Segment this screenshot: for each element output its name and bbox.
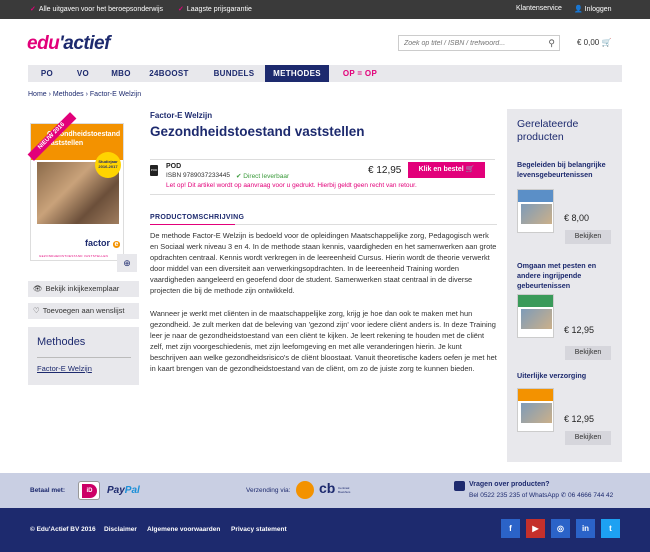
product-format: POD: [166, 163, 182, 170]
footer-link-disclaimer[interactable]: Disclaimer: [104, 526, 137, 533]
heart-icon: ♡: [33, 306, 40, 315]
cart-icon: 🛒: [601, 38, 612, 47]
nav-mbo[interactable]: MBO: [100, 65, 142, 82]
cart-button[interactable]: € 0,00 🛒: [577, 38, 611, 47]
wishlist-button[interactable]: ♡ Toevoegen aan wenslijst: [28, 303, 139, 319]
nav-bundels[interactable]: BUNDELS: [206, 65, 262, 82]
search-box: ⚲: [398, 35, 560, 51]
related-item-title[interactable]: Omgaan met pesten en andere ingrijpende …: [517, 261, 617, 291]
cover-subtitle: GEZONDHEIDSTOESTAND VASTSTELLEN: [39, 254, 109, 258]
related-item-thumbnail[interactable]: [517, 189, 554, 233]
related-item-title[interactable]: Uiterlijke verzorging: [517, 371, 617, 381]
user-icon: 👤: [574, 6, 583, 13]
usp-item: ✓ Alle uitgaven voor het beroepsonderwijs: [30, 6, 164, 13]
nav-op-op[interactable]: OP = OP: [334, 65, 386, 82]
related-item-title[interactable]: Begeleiden bij belangrijke levensgebeurt…: [517, 160, 617, 180]
related-item-price: € 12,95: [564, 414, 595, 424]
cb-logo: cb: [319, 480, 336, 496]
related-item-thumbnail[interactable]: [517, 388, 554, 432]
cb-logo-subtitle: Centraal Boekhuis: [338, 486, 351, 494]
view-button[interactable]: Bekijken: [565, 346, 611, 360]
footer-link-privacy[interactable]: Privacy statement: [231, 526, 287, 533]
nav-24boost[interactable]: 24BOOST: [142, 65, 196, 82]
zoom-icon[interactable]: ⊕: [117, 254, 137, 272]
related-heading: Gerelateerde producten: [517, 118, 579, 143]
pod-icon: POD: [150, 165, 158, 176]
description-paragraph: Wanneer je werkt met cliënten in de maat…: [150, 309, 497, 373]
search-icon[interactable]: ⚲: [548, 38, 555, 49]
ideal-logo: iD: [78, 481, 100, 500]
related-products: Gerelateerde producten Begeleiden bij be…: [507, 109, 622, 462]
inkijk-button[interactable]: 👁 Bekijk inkijkexemplaar: [28, 281, 139, 297]
cart-icon: 🛒: [465, 166, 475, 173]
eye-icon: 👁: [33, 284, 43, 293]
product-price: € 12,95: [368, 165, 402, 176]
related-item-price: € 12,95: [564, 325, 595, 335]
nav-methodes[interactable]: METHODES: [265, 65, 329, 82]
nav-vo[interactable]: VO: [66, 65, 100, 82]
breadcrumb-current: Factor-E Welzijn: [89, 91, 142, 98]
nav-po[interactable]: PO: [28, 65, 66, 82]
view-button[interactable]: Bekijken: [565, 230, 611, 244]
description-paragraph: De methode Factor-E Welzijn is bedoeld v…: [150, 231, 497, 295]
methods-heading: Methodes: [37, 336, 86, 348]
shipping-label: Verzending via:: [246, 487, 291, 494]
methods-panel: Methodes Factor-E Welzijn: [28, 327, 139, 385]
linkedin-icon[interactable]: in: [576, 519, 595, 538]
top-bar: ✓ Alle uitgaven voor het beroepsonderwijs…: [0, 0, 650, 19]
breadcrumb: Home › Methodes › Factor-E Welzijn: [28, 91, 142, 98]
facebook-icon[interactable]: f: [501, 519, 520, 538]
breadcrumb-home[interactable]: Home: [28, 91, 47, 98]
logo[interactable]: edu'actief: [27, 33, 110, 55]
order-button[interactable]: Klik en bestel 🛒: [408, 162, 485, 178]
product-isbn: ISBN 9789037233445: [166, 172, 230, 179]
methods-link[interactable]: Factor-E Welzijn: [37, 364, 92, 373]
payment-label: Betaal met:: [30, 487, 66, 494]
questions-heading: Vragen over producten?: [469, 481, 550, 488]
print-on-demand-note: Let op! Dit artikel wordt op aanvraag vo…: [166, 182, 417, 189]
contact-phone[interactable]: Bel 0522 235 235 of WhatsApp ✆ 06 4666 7…: [469, 491, 613, 499]
related-item-thumbnail[interactable]: [517, 294, 554, 338]
paypal-logo: PayPal: [107, 485, 140, 496]
login-link[interactable]: 👤 Inloggen: [574, 5, 612, 13]
youtube-icon[interactable]: ▶: [526, 519, 545, 538]
check-icon: ✓: [30, 6, 36, 13]
page-title: Gezondheidstoestand vaststellen: [150, 124, 365, 139]
postnl-logo: [296, 481, 314, 499]
search-input[interactable]: [399, 36, 539, 50]
instagram-icon[interactable]: ◎: [551, 519, 570, 538]
cover-sticker: Studiejaar 2016-2017: [95, 152, 121, 178]
check-icon: ✔: [236, 173, 242, 180]
usp-item: ✓ Laagste prijsgarantie: [178, 6, 252, 13]
availability: ✔ Direct leverbaar: [236, 173, 290, 180]
copyright: © Edu'Actief BV 2016: [30, 526, 96, 533]
cart-total: € 0,00: [577, 38, 600, 47]
twitter-icon[interactable]: t: [601, 519, 620, 538]
breadcrumb-methodes[interactable]: Methodes: [53, 91, 84, 98]
related-item-price: € 8,00: [564, 213, 590, 223]
footer-link-terms[interactable]: Algemene voorwaarden: [147, 526, 220, 533]
main-nav: PO VO MBO 24BOOST BUNDELS METHODES OP = …: [28, 65, 622, 82]
chat-icon: [454, 481, 465, 491]
customer-service-link[interactable]: Klantenservice: [516, 5, 562, 12]
view-button[interactable]: Bekijken: [565, 431, 611, 445]
product-series[interactable]: Factor-E Welzijn: [150, 111, 212, 120]
cover-brand: factor e: [85, 238, 121, 248]
description-heading: PRODUCTOMSCHRIJVING: [150, 214, 245, 221]
check-icon: ✓: [178, 6, 184, 13]
